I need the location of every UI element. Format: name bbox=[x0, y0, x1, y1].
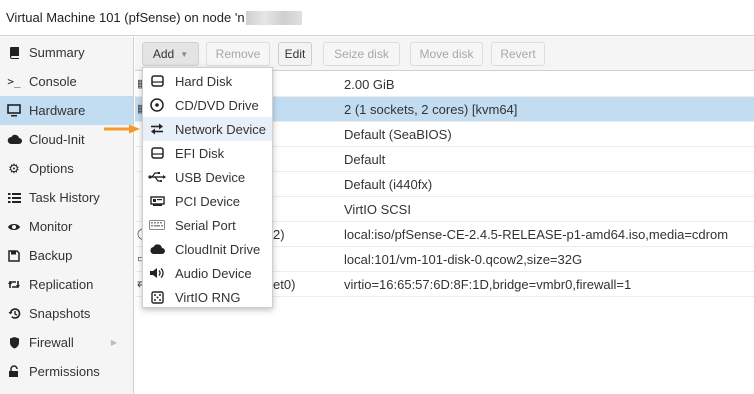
volume-icon bbox=[147, 265, 167, 281]
sidebar-item-task-history[interactable]: Task History bbox=[0, 183, 133, 212]
row-key: 2) bbox=[273, 227, 285, 242]
menu-item-label: Serial Port bbox=[175, 217, 236, 233]
remove-button-label: Remove bbox=[215, 47, 261, 61]
sidebar-item-label: Task History bbox=[29, 190, 100, 205]
row-value: Default (i440fx) bbox=[344, 177, 433, 192]
menu-item-label: Audio Device bbox=[175, 265, 252, 281]
menu-item-label: CloudInit Drive bbox=[175, 241, 261, 257]
revert-button[interactable]: Revert bbox=[491, 42, 545, 66]
hardware-toolbar: Add ▼ Remove Edit Seize disk Move disk Re… bbox=[135, 37, 754, 71]
row-value: 2 (1 sockets, 2 cores) [kvm64] bbox=[344, 102, 518, 117]
row-value: virtio=16:65:57:6D:8F:1D,bridge=vmbr0,fi… bbox=[344, 277, 632, 292]
book-icon bbox=[6, 45, 22, 61]
sidebar-item-replication[interactable]: Replication bbox=[0, 270, 133, 299]
menu-item-cd-dvd-drive[interactable]: CD/DVD Drive bbox=[143, 93, 272, 117]
remove-button[interactable]: Remove bbox=[206, 42, 270, 66]
revert-label: Revert bbox=[500, 47, 536, 61]
menu-item-label: CD/DVD Drive bbox=[175, 97, 259, 113]
history-icon bbox=[6, 306, 22, 322]
keyboard-icon bbox=[147, 217, 167, 233]
cloud-icon bbox=[147, 241, 167, 257]
menu-item-hard-disk[interactable]: Hard Disk bbox=[143, 69, 272, 93]
row-value: VirtIO SCSI bbox=[344, 202, 411, 217]
menu-item-network-device[interactable]: Network Device bbox=[143, 117, 272, 141]
row-value: Default bbox=[344, 152, 386, 167]
menu-item-label: EFI Disk bbox=[175, 145, 225, 161]
page-title: Virtual Machine 101 (pfSense) on node 'n bbox=[6, 10, 245, 25]
exchange-icon bbox=[147, 121, 167, 137]
add-button[interactable]: Add ▼ bbox=[142, 42, 199, 66]
terminal-icon: >_ bbox=[7, 75, 21, 88]
sidebar-item-label: Console bbox=[29, 74, 77, 89]
unlock-icon bbox=[6, 364, 22, 380]
gear-icon: ⚙ bbox=[8, 160, 20, 176]
row-value: 2.00 GiB bbox=[344, 77, 395, 92]
move-disk-label: Move disk bbox=[419, 47, 474, 61]
monitor-icon bbox=[6, 103, 22, 119]
sidebar-item-label: Firewall bbox=[29, 335, 74, 350]
retweet-icon bbox=[6, 277, 22, 293]
add-dropdown-menu: Hard Disk CD/DVD Drive Network Device EF… bbox=[142, 67, 273, 308]
menu-item-efi-disk[interactable]: EFI Disk bbox=[143, 141, 272, 165]
chevron-down-icon: ▼ bbox=[180, 49, 189, 59]
resize-disk-label: Seize disk bbox=[334, 47, 389, 61]
sidebar-item-label: Cloud-Init bbox=[29, 132, 85, 147]
menu-item-audio-device[interactable]: Audio Device bbox=[143, 261, 272, 285]
move-disk-button[interactable]: Move disk bbox=[410, 42, 483, 66]
hdd-icon bbox=[147, 145, 167, 161]
menu-item-label: Hard Disk bbox=[175, 73, 233, 89]
menu-item-label: Network Device bbox=[175, 121, 267, 137]
sidebar-item-label: Snapshots bbox=[29, 306, 91, 321]
sidebar-item-label: Replication bbox=[29, 277, 94, 292]
sidebar-item-permissions[interactable]: Permissions bbox=[0, 357, 133, 386]
menu-item-serial-port[interactable]: Serial Port bbox=[143, 213, 272, 237]
orange-arrow-indicator bbox=[104, 124, 140, 134]
sidebar-item-summary[interactable]: Summary bbox=[0, 38, 133, 67]
sidebar-item-console[interactable]: >_ Console bbox=[0, 67, 133, 96]
sidebar-item-label: Backup bbox=[29, 248, 73, 263]
expand-arrow-icon[interactable]: ▶ bbox=[111, 338, 117, 347]
menu-item-label: PCI Device bbox=[175, 193, 241, 209]
row-key: et0) bbox=[273, 277, 296, 292]
row-value: local:iso/pfSense-CE-2.4.5-RELEASE-p1-am… bbox=[344, 227, 729, 242]
hdd-icon bbox=[147, 73, 167, 89]
menu-item-usb-device[interactable]: USB Device bbox=[143, 165, 272, 189]
disc-icon bbox=[147, 97, 167, 113]
edit-button-label: Edit bbox=[284, 47, 306, 61]
sidebar-item-label: Summary bbox=[29, 45, 85, 60]
sidebar-item-firewall[interactable]: Firewall ▶ bbox=[0, 328, 133, 357]
dice-icon bbox=[147, 289, 167, 305]
sidebar-item-snapshots[interactable]: Snapshots bbox=[0, 299, 133, 328]
window-title-bar: Virtual Machine 101 (pfSense) on node 'n bbox=[0, 0, 754, 36]
sidebar: Summary >_ Console Hardware Cloud-Init ⚙… bbox=[0, 37, 134, 394]
sidebar-item-label: Monitor bbox=[29, 219, 73, 234]
sidebar-item-label: Permissions bbox=[29, 364, 100, 379]
redacted-node-name bbox=[245, 10, 302, 25]
pci-card-icon bbox=[147, 193, 167, 209]
sidebar-item-options[interactable]: ⚙ Options bbox=[0, 154, 133, 183]
list-icon bbox=[6, 190, 22, 206]
menu-item-label: VirtIO RNG bbox=[175, 289, 241, 305]
floppy-icon bbox=[6, 248, 22, 264]
sidebar-item-monitor[interactable]: Monitor bbox=[0, 212, 133, 241]
eye-icon bbox=[6, 219, 22, 235]
usb-icon bbox=[147, 169, 167, 185]
menu-item-cloudinit-drive[interactable]: CloudInit Drive bbox=[143, 237, 272, 261]
shield-icon bbox=[6, 335, 22, 351]
edit-button[interactable]: Edit bbox=[278, 42, 312, 66]
sidebar-item-label: Options bbox=[29, 161, 74, 176]
add-button-label: Add bbox=[152, 47, 175, 61]
cloud-icon bbox=[6, 132, 22, 148]
menu-item-virtio-rng[interactable]: VirtIO RNG bbox=[143, 285, 272, 309]
menu-item-label: USB Device bbox=[175, 169, 246, 185]
sidebar-item-backup[interactable]: Backup bbox=[0, 241, 133, 270]
row-value: Default (SeaBIOS) bbox=[344, 127, 452, 142]
sidebar-item-hardware[interactable]: Hardware bbox=[0, 96, 133, 125]
menu-item-pci-device[interactable]: PCI Device bbox=[143, 189, 272, 213]
resize-disk-button[interactable]: Seize disk bbox=[323, 42, 400, 66]
row-value: local:101/vm-101-disk-0.qcow2,size=32G bbox=[344, 252, 583, 267]
sidebar-item-label: Hardware bbox=[29, 103, 86, 118]
